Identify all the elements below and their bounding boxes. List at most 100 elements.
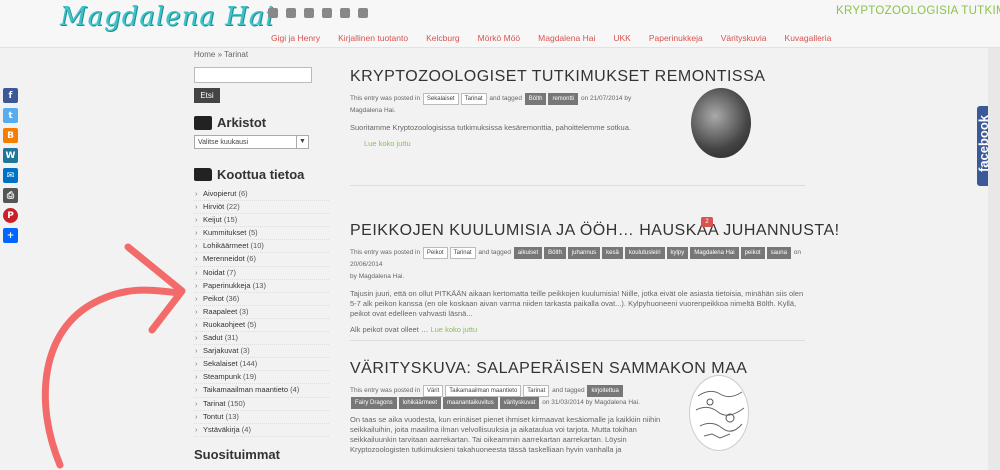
category-item[interactable]: Sarjakuvat (3) <box>194 345 329 359</box>
category-item[interactable]: Hirviöt (22) <box>194 201 329 215</box>
post-excerpt: On taas se aika vuodesta, kun erinäiset … <box>350 415 661 454</box>
read-more-link[interactable]: Lue koko juttu <box>430 325 477 334</box>
post-author[interactable]: Magdalena Hai. <box>359 273 405 280</box>
twitter-icon[interactable] <box>286 8 296 18</box>
post-author[interactable]: Magdalena Hai. <box>594 399 640 406</box>
category-item[interactable]: Steampunk (19) <box>194 371 329 385</box>
archive-widget-title: Arkistot <box>194 115 329 130</box>
archive-month-select[interactable]: Valitse kuukausi ▼ <box>194 135 309 149</box>
post-title[interactable]: PEIKKOJEN KUULUMISIA JA ÖÖH… HAUSKAA JUH… <box>350 222 839 240</box>
nav-item[interactable]: Paperinukkeja <box>640 33 712 43</box>
youtube-icon[interactable] <box>322 8 332 18</box>
category-item[interactable]: Kummitukset (5) <box>194 227 329 241</box>
rss-icon[interactable] <box>268 8 278 18</box>
category-tag[interactable]: Tarinat <box>523 385 550 397</box>
post-tag[interactable]: Bölth <box>524 93 547 105</box>
post-tag[interactable]: juhannus <box>567 247 601 259</box>
nav-item[interactable]: Värityskuvia <box>712 33 776 43</box>
blogger-icon[interactable]: B <box>3 128 18 143</box>
post-title[interactable]: VÄRITYSKUVA: SALAPERÄISEN SAMMAKON MAA <box>350 360 805 378</box>
twitter-icon[interactable]: t <box>3 108 18 123</box>
post-tag[interactable]: värityskuvat <box>499 397 540 409</box>
category-tag[interactable]: Peikot <box>422 247 448 259</box>
site-logo[interactable]: Magdalena Hai <box>60 2 275 32</box>
category-item[interactable]: Tarinat (150) <box>194 398 329 411</box>
category-item[interactable]: Raapaleet (3) <box>194 306 329 319</box>
post-tag[interactable]: kylpy <box>666 247 689 259</box>
print-icon[interactable]: ⎙ <box>3 188 18 203</box>
category-tag[interactable]: Taikamaailman maantieto <box>445 385 522 397</box>
post-tag[interactable]: koulutusleiri <box>624 247 665 259</box>
category-tag[interactable]: Tarinat <box>449 247 476 259</box>
nav-item[interactable]: Mörkö Möö <box>469 33 530 43</box>
search-input[interactable] <box>194 67 312 83</box>
scrollbar[interactable] <box>988 48 1000 470</box>
category-item[interactable]: Sekalaiset (144) <box>194 358 329 372</box>
category-item[interactable]: Peikot (36) <box>194 293 329 306</box>
post-tag[interactable]: Magdalena Hai <box>690 247 739 259</box>
comment-count-badge[interactable]: 2 <box>701 217 713 227</box>
category-item[interactable]: Lohikäärmeet (10) <box>194 240 329 254</box>
post-tag[interactable]: kesä <box>602 247 623 259</box>
post-excerpt: Tajusin juuri, että on ollut PITKÄÄN aik… <box>350 289 804 318</box>
post-title[interactable]: KRYPTOZOOLOGISET TUTKIMUKSET REMONTISSA <box>350 68 805 86</box>
post-date: 21/07/2014 <box>590 95 623 102</box>
category-item[interactable]: Paperinukkeja (13) <box>194 280 329 293</box>
post-thumbnail[interactable] <box>691 88 751 158</box>
facebook-icon[interactable]: f <box>3 88 18 103</box>
facebook-icon[interactable] <box>304 8 314 18</box>
category-item[interactable]: Merenneidot (6) <box>194 253 329 267</box>
site-header: Magdalena Hai KRYPTOZOOLOGISIA TUTKIMUKS… <box>0 0 1000 48</box>
email-icon[interactable]: ✉ <box>3 168 18 183</box>
nav-item[interactable]: Kirjallinen tuotanto <box>329 33 417 43</box>
post-divider <box>350 340 805 341</box>
pinterest-icon[interactable]: P <box>3 208 18 223</box>
category-tag[interactable]: Tarinat <box>460 93 487 105</box>
pinterest-icon[interactable] <box>340 8 350 18</box>
post-tag[interactable]: lohikäärmeet <box>398 397 442 409</box>
folder-icon <box>194 168 212 181</box>
post-author[interactable]: Magdalena Hai. <box>350 107 396 114</box>
category-tag[interactable]: Sekalaiset <box>422 93 459 105</box>
nav-item[interactable]: Gigi ja Henry <box>262 33 329 43</box>
post-tag[interactable]: Fairy Dragons <box>351 397 397 409</box>
breadcrumb[interactable]: Home » Tarinat <box>194 50 329 59</box>
post-meta: This entry was posted in Sekalaiset Tarin… <box>350 93 632 114</box>
popular-widget-title: Suosituimmat <box>194 447 329 462</box>
post-tag[interactable]: maanantaikuvitus <box>443 397 498 409</box>
main-navigation: Gigi ja Henry Kirjallinen tuotanto Kelcb… <box>262 33 840 43</box>
post-tag[interactable]: remontti <box>548 93 579 105</box>
category-item[interactable]: Ystäväkirja (4) <box>194 424 329 437</box>
wordpress-icon[interactable]: W <box>3 148 18 163</box>
category-item[interactable]: Tontut (13) <box>194 411 329 424</box>
post-divider <box>350 185 805 186</box>
nav-item[interactable]: Magdalena Hai <box>529 33 604 43</box>
category-item[interactable]: Taikamaailman maantieto (4) <box>194 384 329 398</box>
nav-item[interactable]: UKK <box>604 33 639 43</box>
category-item[interactable]: Keijut (15) <box>194 214 329 228</box>
post-tag[interactable]: sauna <box>766 247 791 259</box>
search-button[interactable]: Etsi <box>194 88 220 103</box>
red-arrow-graphic <box>41 243 186 469</box>
post-tag[interactable]: peikot <box>740 247 765 259</box>
share-bar: f t B W ✉ ⎙ P + <box>3 88 18 243</box>
nav-item[interactable]: Kelcburg <box>417 33 469 43</box>
category-item[interactable]: Aivopierut (6) <box>194 188 329 202</box>
category-item[interactable]: Ruokaohjeet (5) <box>194 319 329 333</box>
nav-item[interactable]: Kuvagalleria <box>776 33 841 43</box>
post-tag[interactable]: kirjoitettua <box>587 385 623 397</box>
categories-title: Koottua tietoa <box>217 167 305 182</box>
category-tag[interactable]: Värit <box>422 385 444 397</box>
linkedin-icon[interactable] <box>358 8 368 18</box>
category-item[interactable]: Noidat (7) <box>194 267 329 280</box>
post: PEIKKOJEN KUULUMISIA JA ÖÖH… HAUSKAA JUH… <box>350 222 839 335</box>
post-tag[interactable]: Bölth <box>544 247 566 259</box>
post-tag[interactable]: aikuiset <box>513 247 543 259</box>
post-excerpt-continued: Alk peikot ovat olleet … Lue koko juttu <box>350 325 478 334</box>
archive-select-value: Valitse kuukausi <box>198 138 249 146</box>
share-icon[interactable]: + <box>3 228 18 243</box>
map-drawing-image <box>695 390 745 439</box>
category-item[interactable]: Sadut (31) <box>194 332 329 346</box>
chevron-down-icon: ▼ <box>296 136 308 148</box>
post-thumbnail[interactable] <box>689 375 749 451</box>
